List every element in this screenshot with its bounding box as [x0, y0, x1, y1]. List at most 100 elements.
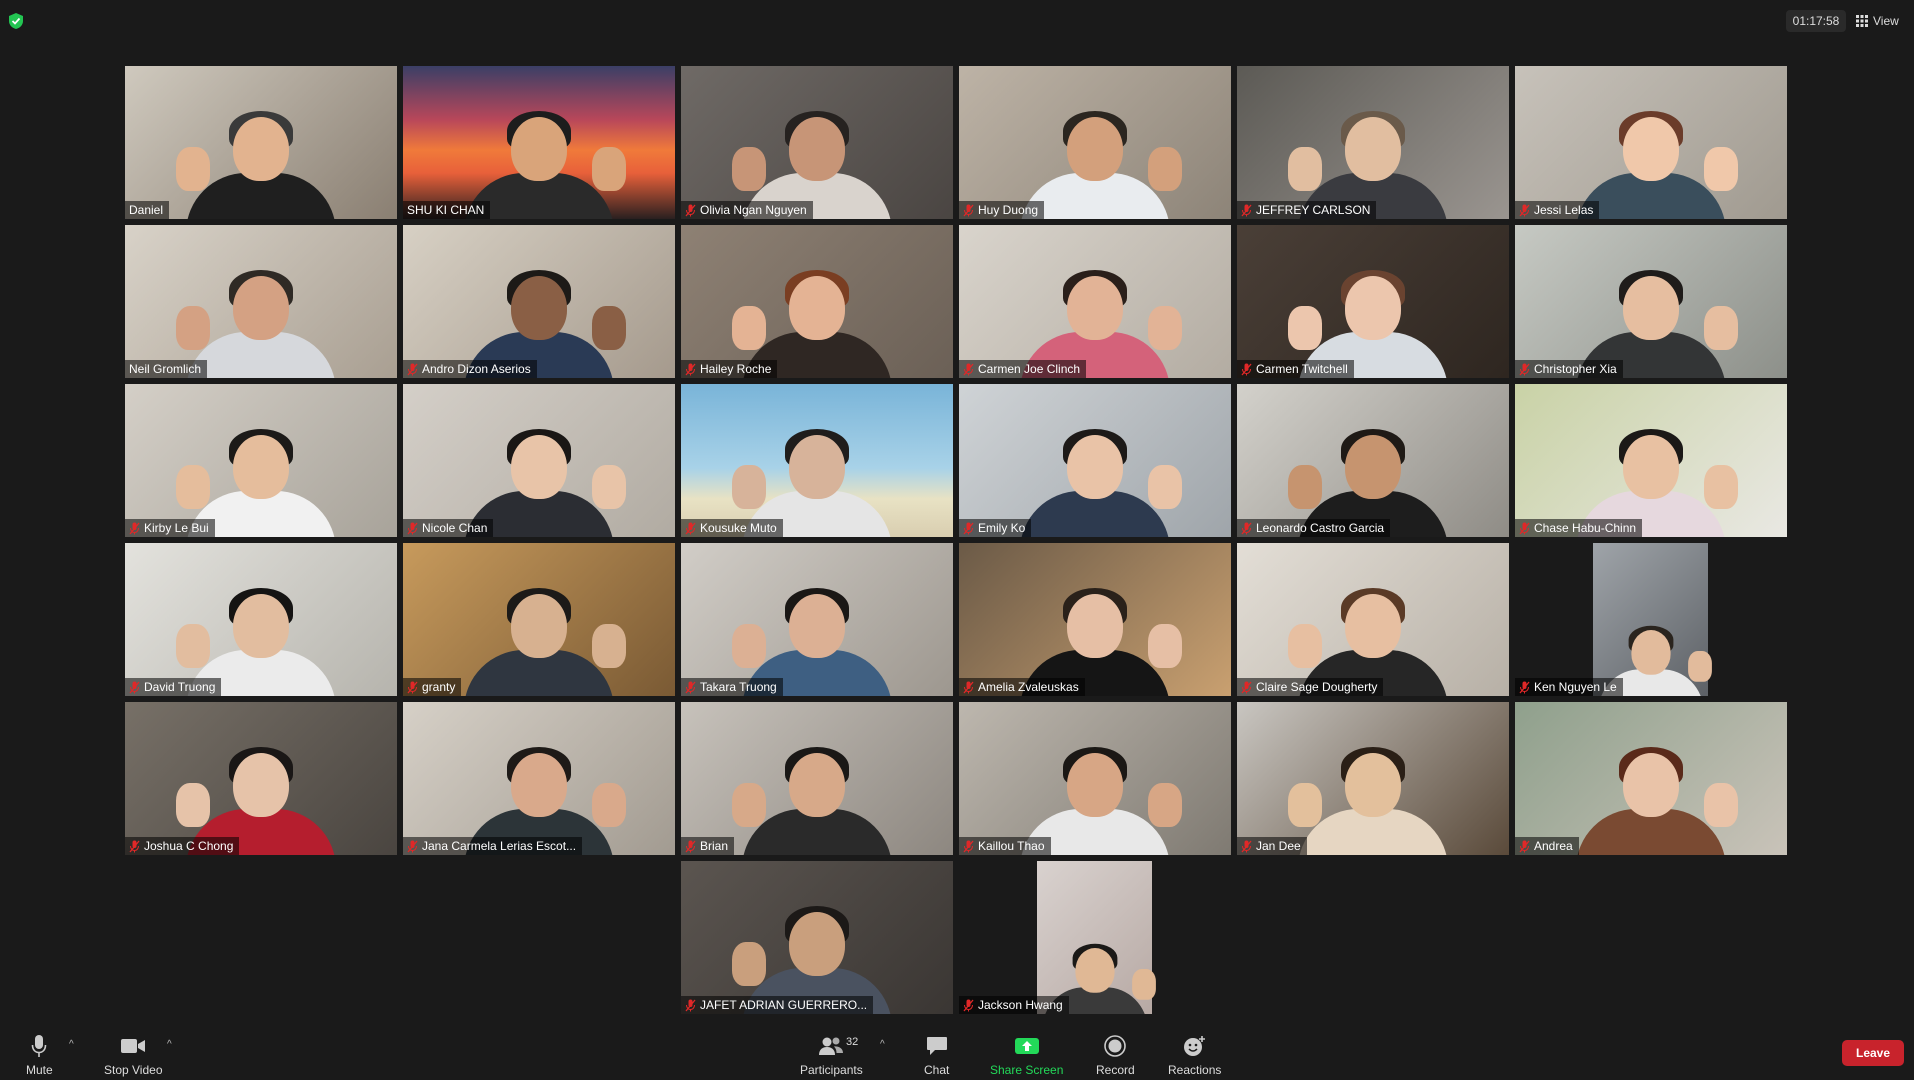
- mute-label: Mute: [26, 1063, 53, 1077]
- participant-nameplate: Kousuke Muto: [681, 519, 783, 537]
- audio-options-caret[interactable]: ^: [69, 1039, 74, 1050]
- participant-tile[interactable]: Hailey Roche: [681, 225, 953, 378]
- participant-nameplate: Kaillou Thao: [959, 837, 1051, 855]
- participant-tile[interactable]: Jessi Lelas: [1515, 66, 1787, 219]
- participant-nameplate: SHU KI CHAN: [403, 201, 491, 219]
- participant-nameplate: Jan Dee: [1237, 837, 1307, 855]
- reactions-button[interactable]: Reactions: [1168, 1033, 1221, 1077]
- participant-silhouette: [176, 270, 336, 378]
- participant-tile[interactable]: Daniel: [125, 66, 397, 219]
- participant-name: Nicole Chan: [422, 521, 488, 535]
- mic-muted-icon: [1519, 840, 1530, 852]
- participant-tile[interactable]: Andro Dizon Aserios: [403, 225, 675, 378]
- participant-tile[interactable]: SHU KI CHAN: [403, 66, 675, 219]
- record-button[interactable]: Record: [1096, 1033, 1135, 1077]
- participant-tile[interactable]: Joshua C Chong: [125, 702, 397, 855]
- participant-tile[interactable]: Takara Truong: [681, 543, 953, 696]
- participant-nameplate: Carmen Twitchell: [1237, 360, 1354, 378]
- participant-nameplate: Christopher Xia: [1515, 360, 1623, 378]
- participant-nameplate: Nicole Chan: [403, 519, 494, 537]
- participant-tile[interactable]: Carmen Twitchell: [1237, 225, 1509, 378]
- participant-tile[interactable]: Ken Nguyen Le: [1515, 543, 1787, 696]
- participant-tile[interactable]: Amelia Zvaleuskas: [959, 543, 1231, 696]
- participant-name: SHU KI CHAN: [407, 203, 485, 217]
- participant-nameplate: Olivia Ngan Nguyen: [681, 201, 813, 219]
- leave-button[interactable]: Leave: [1842, 1040, 1904, 1066]
- participants-icon: [819, 1037, 844, 1055]
- participant-tile[interactable]: Kirby Le Bui: [125, 384, 397, 537]
- mic-muted-icon: [685, 681, 696, 693]
- participant-name: Andrea: [1534, 839, 1573, 853]
- participant-silhouette: [176, 111, 336, 219]
- participant-tile[interactable]: Neil Gromlich: [125, 225, 397, 378]
- participant-name: Joshua C Chong: [144, 839, 234, 853]
- participant-silhouette: [732, 747, 892, 855]
- participant-tile[interactable]: Olivia Ngan Nguyen: [681, 66, 953, 219]
- participant-tile[interactable]: Carmen Joe Clinch: [959, 225, 1231, 378]
- participant-tile[interactable]: Kaillou Thao: [959, 702, 1231, 855]
- video-options-caret[interactable]: ^: [167, 1039, 172, 1050]
- participant-tile[interactable]: Brian: [681, 702, 953, 855]
- participant-nameplate: Claire Sage Dougherty: [1237, 678, 1384, 696]
- participant-tile[interactable]: Kousuke Muto: [681, 384, 953, 537]
- share-screen-button[interactable]: Share Screen: [990, 1033, 1063, 1077]
- mic-muted-icon: [963, 363, 974, 375]
- participant-name: Emily Ko: [978, 521, 1026, 535]
- mic-muted-icon: [685, 204, 696, 216]
- participant-tile[interactable]: Christopher Xia: [1515, 225, 1787, 378]
- participant-nameplate: Takara Truong: [681, 678, 783, 696]
- participant-name: Carmen Twitchell: [1256, 362, 1348, 376]
- participant-name: Hailey Roche: [700, 362, 772, 376]
- participant-tile[interactable]: Emily Ko: [959, 384, 1231, 537]
- participant-nameplate: Neil Gromlich: [125, 360, 208, 378]
- chat-button[interactable]: Chat: [924, 1033, 949, 1077]
- participant-name: Carmen Joe Clinch: [978, 362, 1081, 376]
- participant-tile[interactable]: Andrea: [1515, 702, 1787, 855]
- mic-muted-icon: [685, 522, 696, 534]
- participant-tile[interactable]: Chase Habu-Chinn: [1515, 384, 1787, 537]
- mic-muted-icon: [1241, 522, 1252, 534]
- participant-tile[interactable]: Jana Carmela Lerias Escot...: [403, 702, 675, 855]
- mic-muted-icon: [685, 999, 696, 1011]
- participant-silhouette: [1576, 747, 1738, 855]
- participant-tile[interactable]: Claire Sage Dougherty: [1237, 543, 1509, 696]
- video-gallery: Daniel SHU KI CHAN Olivia Ngan Nguyen Huy D…: [0, 0, 1914, 1015]
- participant-tile[interactable]: David Truong: [125, 543, 397, 696]
- participant-tile[interactable]: JEFFREY CARLSON: [1237, 66, 1509, 219]
- participant-name: Jana Carmela Lerias Escot...: [422, 839, 577, 853]
- participant-nameplate: Emily Ko: [959, 519, 1032, 537]
- participant-name: Olivia Ngan Nguyen: [700, 203, 807, 217]
- participants-options-caret[interactable]: ^: [880, 1039, 885, 1050]
- participant-nameplate: Andrea: [1515, 837, 1579, 855]
- participant-nameplate: Huy Duong: [959, 201, 1045, 219]
- meeting-toolbar: Mute ^ Stop Video ^ Participants 32 ^ Ch…: [0, 1015, 1914, 1080]
- participant-name: Kirby Le Bui: [144, 521, 209, 535]
- participant-name: Brian: [700, 839, 729, 853]
- participant-silhouette: [1288, 747, 1448, 855]
- participant-name: Takara Truong: [700, 680, 777, 694]
- participant-name: granty: [422, 680, 456, 694]
- participant-tile[interactable]: Nicole Chan: [403, 384, 675, 537]
- mic-muted-icon: [407, 840, 418, 852]
- participant-nameplate: Chase Habu-Chinn: [1515, 519, 1643, 537]
- share-screen-label: Share Screen: [990, 1063, 1064, 1077]
- participant-tile[interactable]: Huy Duong: [959, 66, 1231, 219]
- stop-video-button[interactable]: Stop Video: [104, 1033, 163, 1077]
- participant-name: Jessi Lelas: [1534, 203, 1594, 217]
- participant-nameplate: Brian: [681, 837, 735, 855]
- mic-muted-icon: [963, 681, 974, 693]
- mic-muted-icon: [1241, 363, 1252, 375]
- participant-name: JEFFREY CARLSON: [1256, 203, 1371, 217]
- participant-tile[interactable]: Leonardo Castro Garcia: [1237, 384, 1509, 537]
- mic-muted-icon: [129, 522, 140, 534]
- chat-label: Chat: [924, 1063, 950, 1077]
- record-icon: [1104, 1035, 1127, 1057]
- mic-muted-icon: [1519, 681, 1530, 693]
- participant-tile[interactable]: granty: [403, 543, 675, 696]
- reactions-label: Reactions: [1168, 1063, 1222, 1077]
- participant-nameplate: Jackson Hwang: [959, 996, 1069, 1014]
- participant-tile[interactable]: Jan Dee: [1237, 702, 1509, 855]
- participant-tile[interactable]: JAFET ADRIAN GUERRERO...: [681, 861, 953, 1014]
- mute-button[interactable]: Mute: [26, 1033, 53, 1077]
- participant-tile[interactable]: Jackson Hwang: [959, 861, 1231, 1014]
